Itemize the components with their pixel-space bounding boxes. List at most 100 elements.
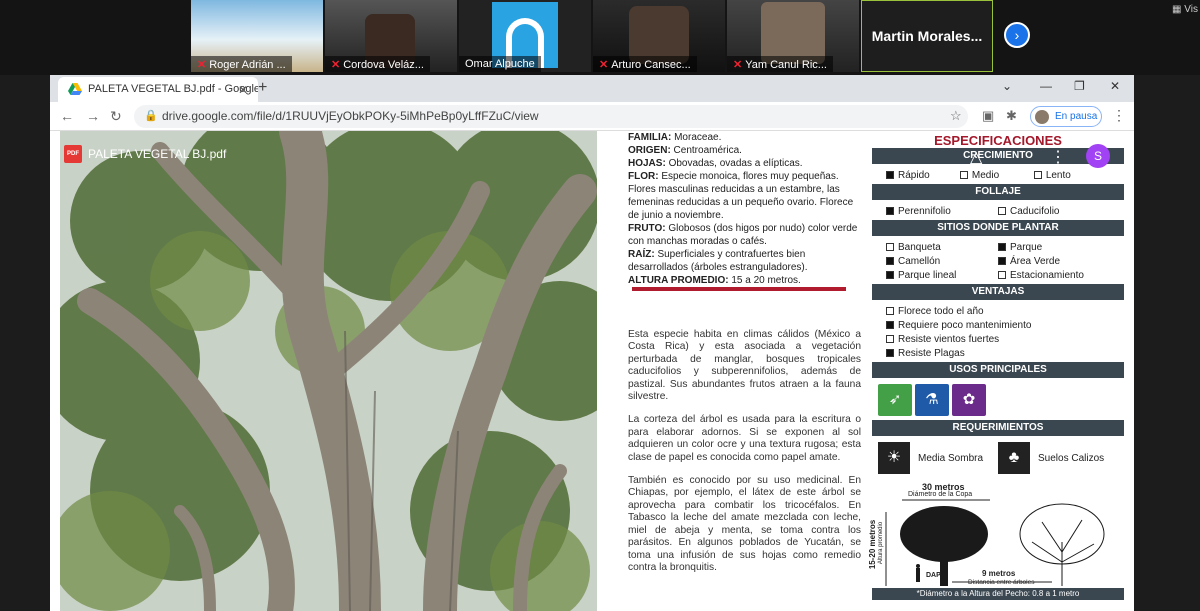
- lock-icon: 🔒: [144, 110, 158, 122]
- altura-label: Altura promedio: [878, 521, 885, 565]
- participant-name: ✕ Roger Adrián ...: [191, 56, 292, 72]
- option-item: Banqueta: [886, 240, 998, 254]
- option-label: Rápido: [898, 169, 930, 181]
- sun-icon: ☀: [878, 442, 910, 474]
- option-item: Lento: [1033, 168, 1108, 182]
- fact-origen: ORIGEN: Centroamérica.: [628, 145, 742, 156]
- specifications-panel: ESPECIFICACIONES CRECIMIENTO Rápido Medio…: [868, 131, 1124, 611]
- option-label: Lento: [1045, 169, 1071, 181]
- pdf-viewer: PDF PALETA VEGETAL BJ.pdf FAMILIA: Morac…: [50, 131, 1134, 611]
- more-actions-icon[interactable]: ⋮: [1050, 147, 1066, 167]
- req-media-sombra: ☀ Media Sombra: [878, 442, 998, 474]
- option-item: Florece todo el año: [886, 304, 1110, 318]
- grid-icon: ▦: [1172, 4, 1185, 15]
- participant-name: Omar Alpuche: [459, 56, 541, 72]
- url-text: drive.google.com/file/d/1RUUVjEyObkPOKy-…: [162, 109, 539, 123]
- account-avatar[interactable]: S: [1086, 144, 1110, 168]
- fact-raiz: RAÍZ: Superficiales y contrafuertes bien…: [628, 249, 808, 273]
- minimize-button[interactable]: —: [1040, 79, 1052, 93]
- file-name: PALETA VEGETAL BJ.pdf: [88, 147, 227, 161]
- close-window-button[interactable]: ✕: [1110, 79, 1120, 93]
- avatar: [1035, 110, 1049, 124]
- forward-button[interactable]: →: [86, 108, 100, 124]
- add-to-drive-icon[interactable]: △: [970, 147, 982, 167]
- dap-label: DAP: [926, 572, 941, 579]
- maximize-button[interactable]: ❐: [1074, 79, 1085, 93]
- option-item: Parque lineal: [886, 268, 998, 282]
- participant-tile[interactable]: ✕ Yam Canul Ric...: [727, 0, 859, 72]
- participant-tile[interactable]: ✕ Cordova Veláz...: [325, 0, 457, 72]
- fact-altura: ALTURA PROMEDIO: 15 a 20 metros.: [628, 275, 801, 286]
- participant-tile[interactable]: ✕ Roger Adrián ...: [191, 0, 323, 72]
- soil-plant-icon: ♣: [998, 442, 1030, 474]
- participant-tile[interactable]: Omar Alpuche: [459, 0, 591, 72]
- option-item: Caducifolio: [998, 204, 1110, 218]
- extensions-icon[interactable]: ✱: [1006, 108, 1017, 124]
- fact-hojas: HOJAS: Obovadas, ovadas a elípticas.: [628, 158, 803, 169]
- fact-fruto: FRUTO: Globosos (dos higos por nudo) col…: [628, 223, 858, 247]
- req-suelos-calizos: ♣ Suelos Calizos: [998, 442, 1118, 474]
- option-label: Perennifolio: [898, 205, 951, 217]
- option-item: Camellón: [886, 254, 998, 268]
- tree-photo: [60, 131, 597, 611]
- option-label: Estacionamiento: [1010, 269, 1084, 281]
- close-icon[interactable]: ✕: [238, 83, 248, 97]
- dap-footnote: *Diámetro a la Altura del Pecho: 0.8 a 1…: [872, 588, 1124, 600]
- requerimientos-items: ☀ Media Sombra ♣ Suelos Calizos: [872, 438, 1124, 478]
- more-menu-icon[interactable]: ⋮: [1112, 107, 1126, 124]
- crecimiento-options: Rápido Medio Lento: [872, 166, 1124, 184]
- muted-mic-icon: ✕: [197, 59, 207, 71]
- tab-search-icon[interactable]: ⌄: [1002, 79, 1012, 93]
- checked-box-icon: [886, 349, 894, 357]
- option-label: Parque: [1010, 241, 1043, 253]
- specs-title: ESPECIFICACIONES: [934, 133, 1062, 148]
- tree-dimensions-diagram: 30 metros Diámetro de la Copa 15-20 metr…: [868, 482, 1124, 600]
- checked-box-icon: [886, 207, 894, 215]
- profile-button[interactable]: En pausa: [1030, 106, 1102, 127]
- paragraph: La corteza del árbol es usada para la es…: [628, 414, 861, 463]
- option-label: Resiste vientos fuertes: [898, 333, 1000, 345]
- browser-window: PALETA VEGETAL BJ.pdf - Google ✕ + ⌄ — ❐…: [50, 75, 1134, 611]
- active-speaker-name: Martin Morales...: [871, 28, 983, 44]
- viewer-header: PDF PALETA VEGETAL BJ.pdf: [64, 145, 226, 163]
- option-label: Medio: [971, 169, 1000, 181]
- tab-title: PALETA VEGETAL BJ.pdf - Google: [88, 83, 258, 95]
- option-label: Camellón: [898, 255, 941, 267]
- option-item: Rápido: [886, 168, 960, 182]
- address-bar: ← → ↻ 🔒 drive.google.com/file/d/1RUUVjEy…: [50, 102, 1134, 131]
- new-tab-button[interactable]: +: [258, 79, 267, 97]
- reload-button[interactable]: ↻: [110, 108, 122, 125]
- browser-tab[interactable]: PALETA VEGETAL BJ.pdf - Google ✕: [58, 77, 258, 102]
- checked-box-icon: [998, 257, 1006, 265]
- unchecked-box-icon: [886, 307, 894, 315]
- unchecked-box-icon: [886, 335, 894, 343]
- url-input[interactable]: 🔒 drive.google.com/file/d/1RUUVjEyObkPOK…: [134, 105, 968, 128]
- paragraph: También es conocido por su uso medicinal…: [628, 475, 861, 573]
- usos-icons: ➶ ⚗ ✿: [872, 380, 1124, 420]
- active-speaker-tile[interactable]: Martin Morales...: [861, 0, 993, 72]
- muted-mic-icon: ✕: [599, 59, 609, 71]
- bookmark-star-icon[interactable]: ☆: [950, 108, 962, 124]
- sitios-options: Banqueta Parque Camellón Área Verde Parque l…: [872, 238, 1124, 284]
- muted-mic-icon: ✕: [331, 59, 341, 71]
- option-item: Resiste vientos fuertes: [886, 332, 1110, 346]
- bird-icon: ➶: [878, 384, 912, 416]
- option-item: Estacionamiento: [998, 268, 1110, 282]
- unchecked-box-icon: [1033, 171, 1042, 179]
- pdf-file-icon: PDF: [64, 145, 82, 163]
- section-heading: FOLLAJE: [872, 184, 1124, 200]
- distancia-value: 9 metros: [982, 569, 1016, 578]
- option-label: Banqueta: [898, 241, 941, 253]
- back-button[interactable]: ←: [60, 108, 74, 124]
- unchecked-box-icon: [959, 171, 968, 179]
- checked-box-icon: [886, 271, 894, 279]
- option-item: Requiere poco mantenimiento: [886, 318, 1110, 332]
- google-drive-icon: [68, 83, 82, 95]
- participant-video: [761, 2, 825, 64]
- section-heading: VENTAJAS: [872, 284, 1124, 300]
- view-button[interactable]: ▦ Vis: [1172, 4, 1198, 15]
- next-page-button[interactable]: ›: [1004, 22, 1030, 48]
- pdf-extension-icon[interactable]: ▣: [982, 108, 994, 124]
- checked-box-icon: [886, 257, 894, 265]
- participant-tile[interactable]: ✕ Arturo Cansec...: [593, 0, 725, 72]
